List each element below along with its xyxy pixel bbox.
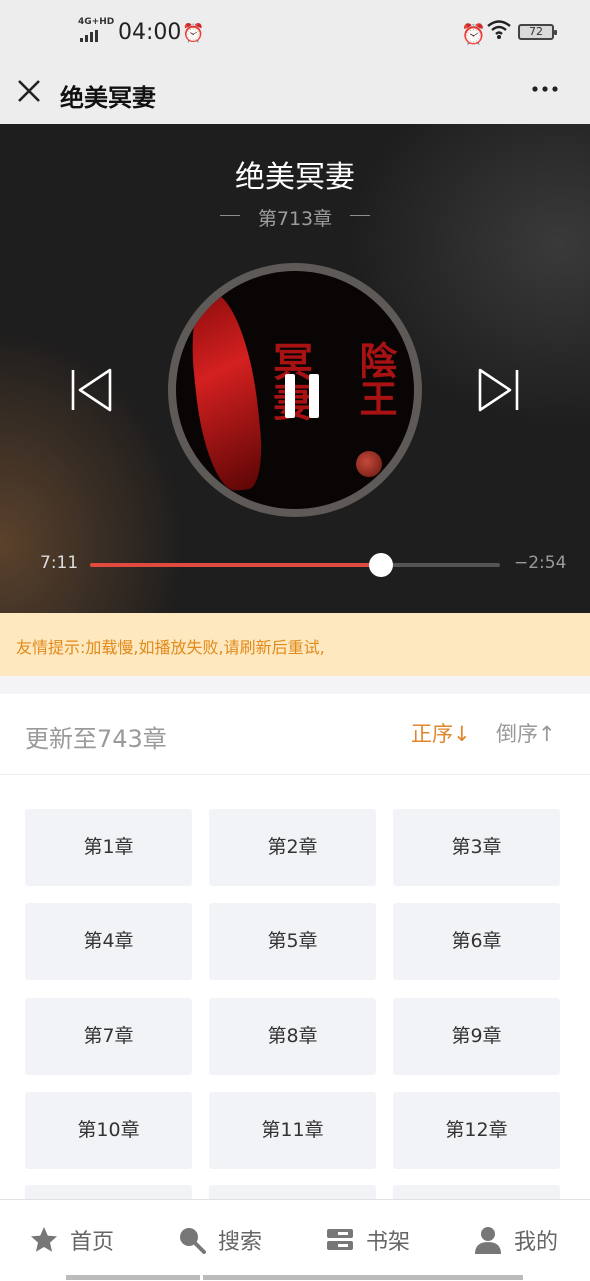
- notice-text: 友情提示:加载慢,如播放失败,请刷新后重试,: [16, 638, 325, 657]
- more-icon[interactable]: [530, 74, 560, 111]
- title-bar: 绝美冥妻: [0, 66, 590, 124]
- sort-ascending-button[interactable]: 正序↓: [411, 718, 471, 748]
- bottom-navigation: 首页 搜索 书架 我的: [0, 1199, 590, 1281]
- notice-banner: 友情提示:加载慢,如播放失败,请刷新后重试,: [0, 613, 590, 676]
- search-icon: [178, 1226, 206, 1254]
- user-icon: [474, 1226, 502, 1254]
- chapter-item[interactable]: [25, 1185, 192, 1200]
- sort-descending-button[interactable]: 倒序↑: [496, 718, 556, 748]
- bookshelf-icon: [326, 1226, 354, 1254]
- progress-bar[interactable]: [90, 553, 500, 577]
- battery-icon: 72: [518, 24, 557, 40]
- chapter-item[interactable]: 第11章: [209, 1092, 376, 1169]
- chapter-item[interactable]: 第12章: [393, 1092, 560, 1169]
- progress-fill: [90, 563, 382, 567]
- chapter-item[interactable]: [209, 1185, 376, 1200]
- chapter-item[interactable]: 第9章: [393, 998, 560, 1075]
- star-icon: [30, 1226, 58, 1254]
- elapsed-time: 7:11: [40, 553, 79, 573]
- progress-thumb[interactable]: [369, 553, 394, 577]
- gesture-bar: [66, 1275, 200, 1280]
- chapter-list-header: 更新至743章 正序↓ 倒序↑: [0, 694, 590, 775]
- clock-icon: ⏰: [461, 22, 486, 46]
- divider: [350, 215, 370, 216]
- chapter-item[interactable]: 第3章: [393, 809, 560, 886]
- network-indicator: 4G+HD: [78, 17, 115, 27]
- chapter-item[interactable]: 第4章: [25, 903, 192, 980]
- cover-art: [185, 288, 267, 494]
- audio-player: 绝美冥妻 第713章 冥妻 陰王 7:11 −2:54: [0, 124, 590, 613]
- nav-search-label: 搜索: [218, 1230, 263, 1255]
- signal-icon: [80, 30, 102, 42]
- wifi-icon: [487, 20, 511, 45]
- cover-moon: [356, 451, 382, 477]
- chapter-heading: 第713章: [0, 204, 590, 230]
- chapter-grid: 第1章 第2章 第3章 第4章 第5章 第6章 第7章 第8章 第9章 第10章…: [0, 775, 590, 1200]
- gesture-bar: [203, 1275, 523, 1280]
- book-cover: 冥妻 陰王: [176, 271, 414, 509]
- chapter-item[interactable]: 第5章: [209, 903, 376, 980]
- status-bar: 4G+HD 04:00 ⏰ ⏰ 72: [0, 0, 590, 66]
- page-title: 绝美冥妻: [60, 84, 156, 112]
- chapter-item[interactable]: 第1章: [25, 809, 192, 886]
- remaining-time: −2:54: [514, 553, 567, 573]
- close-icon[interactable]: [16, 78, 42, 110]
- album-disc[interactable]: 冥妻 陰王: [168, 263, 422, 517]
- cover-title: 陰王: [353, 341, 397, 417]
- current-chapter: 第713章: [257, 208, 333, 230]
- chapter-item[interactable]: 第6章: [393, 903, 560, 980]
- previous-track-icon[interactable]: [68, 368, 116, 412]
- nav-bookshelf-label: 书架: [366, 1230, 411, 1255]
- update-status: 更新至743章: [25, 725, 167, 753]
- chapter-item[interactable]: [393, 1185, 560, 1200]
- chapter-item[interactable]: 第7章: [25, 998, 192, 1075]
- chapter-item[interactable]: 第10章: [25, 1092, 192, 1169]
- status-time: 04:00: [118, 20, 182, 45]
- book-title: 绝美冥妻: [235, 160, 355, 195]
- alarm-icon: ⏰: [182, 23, 205, 44]
- chapter-item[interactable]: 第2章: [209, 809, 376, 886]
- chapter-item[interactable]: 第8章: [209, 998, 376, 1075]
- nav-home-label: 首页: [70, 1230, 115, 1255]
- nav-profile-label: 我的: [514, 1230, 559, 1255]
- next-track-icon[interactable]: [474, 368, 522, 412]
